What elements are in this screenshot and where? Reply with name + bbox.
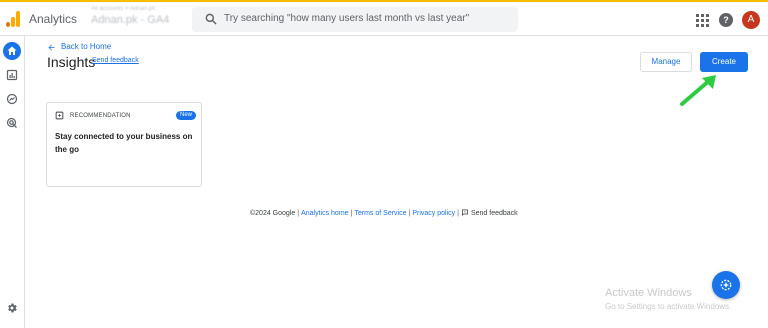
back-to-home-label: Back to Home <box>61 42 112 51</box>
footer-send-feedback-label: Send feedback <box>470 210 518 217</box>
app-name: Analytics <box>29 12 78 26</box>
help-icon[interactable]: ? <box>719 13 733 27</box>
explore-icon <box>6 93 18 105</box>
left-nav-rail <box>0 36 25 328</box>
send-feedback-link[interactable]: Send feedback <box>92 57 139 64</box>
arrow-left-icon <box>48 44 55 51</box>
footer-analytics-home-link[interactable]: Analytics home <box>301 210 348 217</box>
nav-advertising[interactable] <box>3 114 21 132</box>
search-input[interactable]: Try searching "how many users last month… <box>224 13 469 24</box>
home-icon <box>7 46 17 55</box>
account-property: Adnan.pk - GA4 <box>91 14 170 26</box>
manage-button[interactable]: Manage <box>640 52 692 72</box>
recommendation-card[interactable]: RECOMMENDATION New Stay connected to you… <box>46 102 202 187</box>
apps-grid-icon[interactable] <box>696 14 709 27</box>
create-button[interactable]: Create <box>700 52 748 72</box>
watermark-subtitle: Go to Settings to activate Windows. <box>605 302 732 311</box>
footer-privacy-link[interactable]: Privacy policy <box>412 210 455 217</box>
account-selector[interactable]: All accounts > Adnan.pk Adnan.pk - GA4 <box>91 6 169 26</box>
card-title: Stay connected to your business on the g… <box>55 132 193 154</box>
top-app-bar: Analytics All accounts > Adnan.pk Adnan.… <box>0 0 768 36</box>
footer-send-feedback[interactable]: Send feedback <box>461 209 518 217</box>
nav-reports[interactable] <box>3 66 21 84</box>
reports-icon <box>6 69 18 81</box>
footer: ©2024 Google | Analytics home | Terms of Ser… <box>250 209 518 217</box>
insights-fab-button[interactable] <box>712 271 740 299</box>
avatar[interactable]: A <box>742 11 760 29</box>
gear-icon[interactable] <box>6 302 18 314</box>
page-title: Insights <box>47 54 96 70</box>
footer-copyright: ©2024 Google <box>250 210 296 217</box>
analytics-logo-icon[interactable] <box>6 11 20 27</box>
insights-sparkle-icon <box>720 279 732 291</box>
new-badge: New <box>176 111 197 120</box>
account-breadcrumb: All accounts > Adnan.pk <box>91 6 156 12</box>
card-kicker: RECOMMENDATION <box>70 113 131 119</box>
search-bar[interactable]: Try searching "how many users last month… <box>192 7 518 32</box>
search-icon <box>205 13 217 25</box>
recommendation-icon <box>55 111 64 120</box>
nav-explore[interactable] <box>3 90 21 108</box>
feedback-icon <box>461 209 468 216</box>
advertising-icon <box>6 117 17 128</box>
annotation-arrow-icon <box>680 75 716 106</box>
footer-terms-link[interactable]: Terms of Service <box>354 210 406 217</box>
nav-home[interactable] <box>3 42 21 60</box>
